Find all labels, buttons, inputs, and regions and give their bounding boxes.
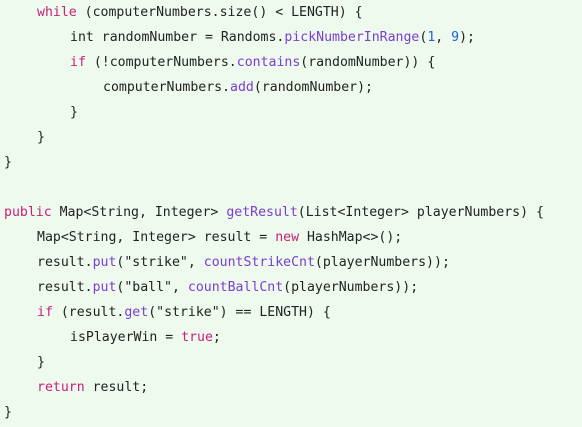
code-text: ("ball", — [116, 280, 188, 295]
code-text: result; — [84, 380, 149, 395]
keyword-while: while — [37, 5, 77, 20]
code-line-6: } — [37, 125, 45, 150]
code-line-16: return result; — [37, 375, 148, 400]
method-put: put — [92, 255, 117, 270]
method-countStrikeCnt: countStrikeCnt — [203, 255, 315, 270]
code-line-5: } — [70, 100, 78, 125]
code-line-4: computerNumbers.add(randomNumber); — [103, 75, 373, 100]
code-text: Map<String, Integer> — [51, 205, 227, 220]
code-text: (computerNumbers.size() < LENGTH) { — [76, 5, 363, 20]
method-countBallCnt: countBallCnt — [187, 280, 284, 295]
code-text: Map<String, Integer> result = — [37, 230, 276, 245]
closing-brace: } — [70, 105, 78, 120]
code-text: isPlayerWin = — [70, 330, 182, 345]
closing-brace: } — [37, 130, 45, 145]
code-line-13: if (result.get("strike") == LENGTH) { — [37, 300, 331, 325]
code-text: HashMap<>(); — [299, 230, 403, 245]
code-line-9: public Map<String, Integer> getResult(Li… — [4, 200, 544, 225]
code-text: , — [435, 30, 452, 45]
code-line-3: if (!computerNumbers.contains(randomNumb… — [70, 50, 435, 75]
code-line-17: } — [4, 400, 12, 425]
closing-brace: } — [4, 405, 12, 420]
code-text: ("strike", — [116, 255, 204, 270]
code-text: (!computerNumbers. — [85, 55, 237, 70]
code-line-2: int randomNumber = Randoms.pickNumberInR… — [70, 25, 475, 50]
method-contains: contains — [236, 55, 301, 70]
code-text: computerNumbers. — [103, 80, 231, 95]
method-put: put — [92, 280, 117, 295]
code-text: (List<Integer> playerNumbers) { — [297, 205, 544, 220]
code-editor: while (computerNumbers.size() < LENGTH) … — [0, 0, 582, 427]
code-text: ("strike") == LENGTH) { — [148, 305, 331, 320]
number-literal: 9 — [451, 30, 460, 45]
code-line-11: result.put("strike", countStrikeCnt(play… — [37, 250, 450, 275]
code-text: (result. — [52, 305, 125, 320]
closing-brace: } — [4, 155, 12, 170]
method-add: add — [230, 80, 254, 95]
code-text: ); — [459, 30, 475, 45]
code-text: (playerNumbers)); — [283, 280, 419, 295]
code-line-10: Map<String, Integer> result = new HashMa… — [37, 225, 402, 250]
keyword-return: return — [37, 380, 85, 395]
keyword-public: public — [4, 205, 52, 220]
code-text: (playerNumbers)); — [314, 255, 450, 270]
method-pickNumberInRange: pickNumberInRange — [284, 30, 420, 45]
code-line-7: } — [4, 150, 12, 175]
code-text: result. — [37, 255, 93, 270]
keyword-if: if — [37, 305, 53, 320]
code-text: result. — [37, 280, 93, 295]
code-text: ; — [212, 330, 221, 345]
code-line-12: result.put("ball", countBallCnt(playerNu… — [37, 275, 418, 300]
code-line-15: } — [37, 350, 45, 375]
closing-brace: } — [37, 355, 45, 370]
method-getResult: getResult — [226, 205, 298, 220]
code-line-14: isPlayerWin = true; — [70, 325, 221, 350]
method-get: get — [124, 305, 149, 320]
code-text: (randomNumber)) { — [300, 55, 436, 70]
keyword-true: true — [181, 330, 213, 345]
keyword-new: new — [275, 230, 300, 245]
code-text: (randomNumber); — [253, 80, 373, 95]
code-text: int randomNumber = Randoms. — [70, 30, 285, 45]
keyword-if: if — [70, 55, 86, 70]
code-line-1: while (computerNumbers.size() < LENGTH) … — [37, 0, 363, 25]
